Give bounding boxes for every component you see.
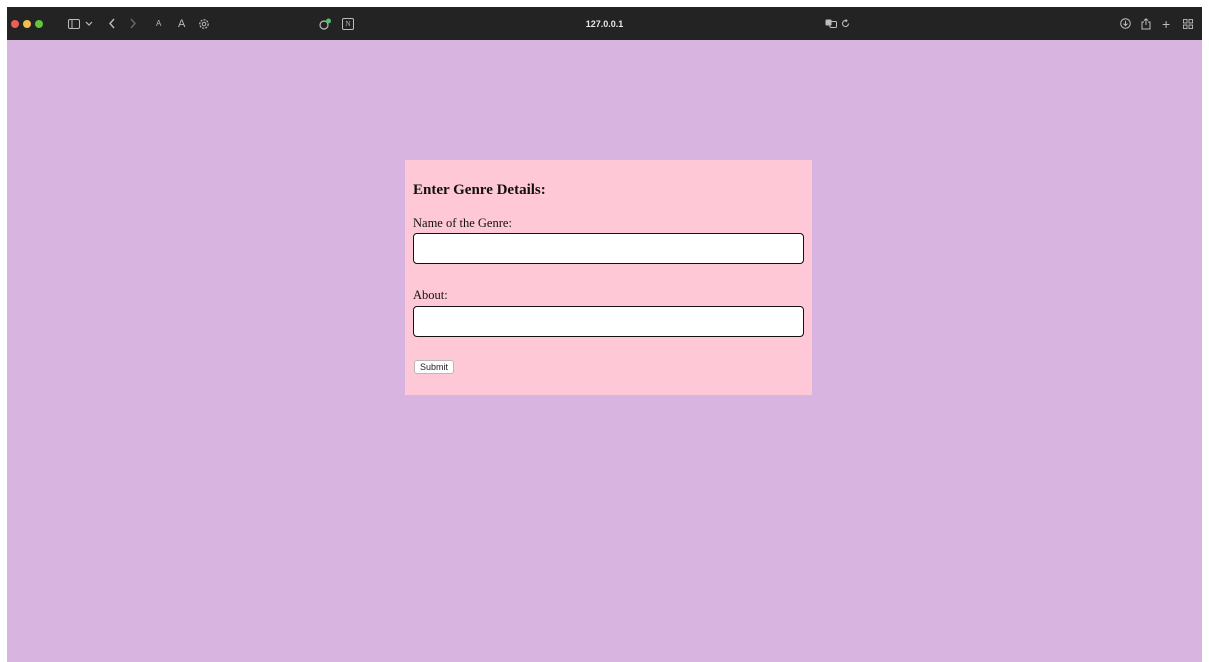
sidebar-icon: [68, 18, 80, 29]
extension-button[interactable]: [319, 7, 332, 40]
translate-button[interactable]: [825, 7, 837, 40]
tab-overview-icon: [1183, 18, 1193, 29]
extension-icon: [319, 18, 331, 30]
chevron-left-icon: [109, 18, 115, 29]
downloads-button[interactable]: [1120, 7, 1131, 40]
form-title: Enter Genre Details:: [413, 182, 546, 198]
text-large-icon: A: [178, 17, 186, 30]
share-button[interactable]: [1141, 7, 1151, 40]
url-text: 127.0.0.1: [585, 18, 624, 29]
chevron-down-icon: [85, 21, 93, 26]
share-icon: [1141, 17, 1151, 29]
window-controls: [11, 7, 47, 40]
page-settings-button[interactable]: [198, 7, 210, 40]
genre-about-input[interactable]: [413, 306, 804, 337]
genre-name-input[interactable]: [413, 233, 804, 264]
forward-button[interactable]: [129, 7, 137, 40]
notion-icon: N: [342, 17, 354, 30]
close-window-button[interactable]: [11, 19, 19, 28]
text-small-icon: A: [156, 19, 162, 28]
reload-button[interactable]: [841, 7, 850, 40]
reload-icon: [841, 19, 850, 28]
zoom-window-button[interactable]: [35, 19, 43, 28]
genre-form: Enter Genre Details: Name of the Genre: …: [405, 160, 812, 395]
minimize-window-button[interactable]: [23, 19, 31, 28]
tab-overview-button[interactable]: [1183, 7, 1193, 40]
submit-button[interactable]: Submit: [414, 360, 455, 374]
download-icon: [1120, 18, 1131, 29]
chevron-right-icon: [130, 18, 136, 29]
text-larger-button[interactable]: A: [178, 7, 185, 40]
browser-window: 127.0.0.1 A A N + Enter Genre Details: N…: [7, 7, 1202, 662]
plus-icon: +: [1162, 15, 1171, 32]
genre-about-label: About:: [413, 288, 448, 302]
gear-icon: [199, 18, 209, 29]
address-bar[interactable]: 127.0.0.1: [7, 7, 1202, 40]
notion-extension-button[interactable]: N: [342, 7, 354, 40]
genre-name-label: Name of the Genre:: [413, 216, 512, 230]
translate-icon: [825, 19, 837, 28]
new-tab-button[interactable]: +: [1162, 7, 1170, 40]
browser-toolbar: 127.0.0.1 A A N +: [7, 7, 1202, 40]
back-button[interactable]: [108, 7, 116, 40]
sidebar-toggle[interactable]: [68, 7, 93, 40]
text-smaller-button[interactable]: A: [156, 7, 161, 40]
